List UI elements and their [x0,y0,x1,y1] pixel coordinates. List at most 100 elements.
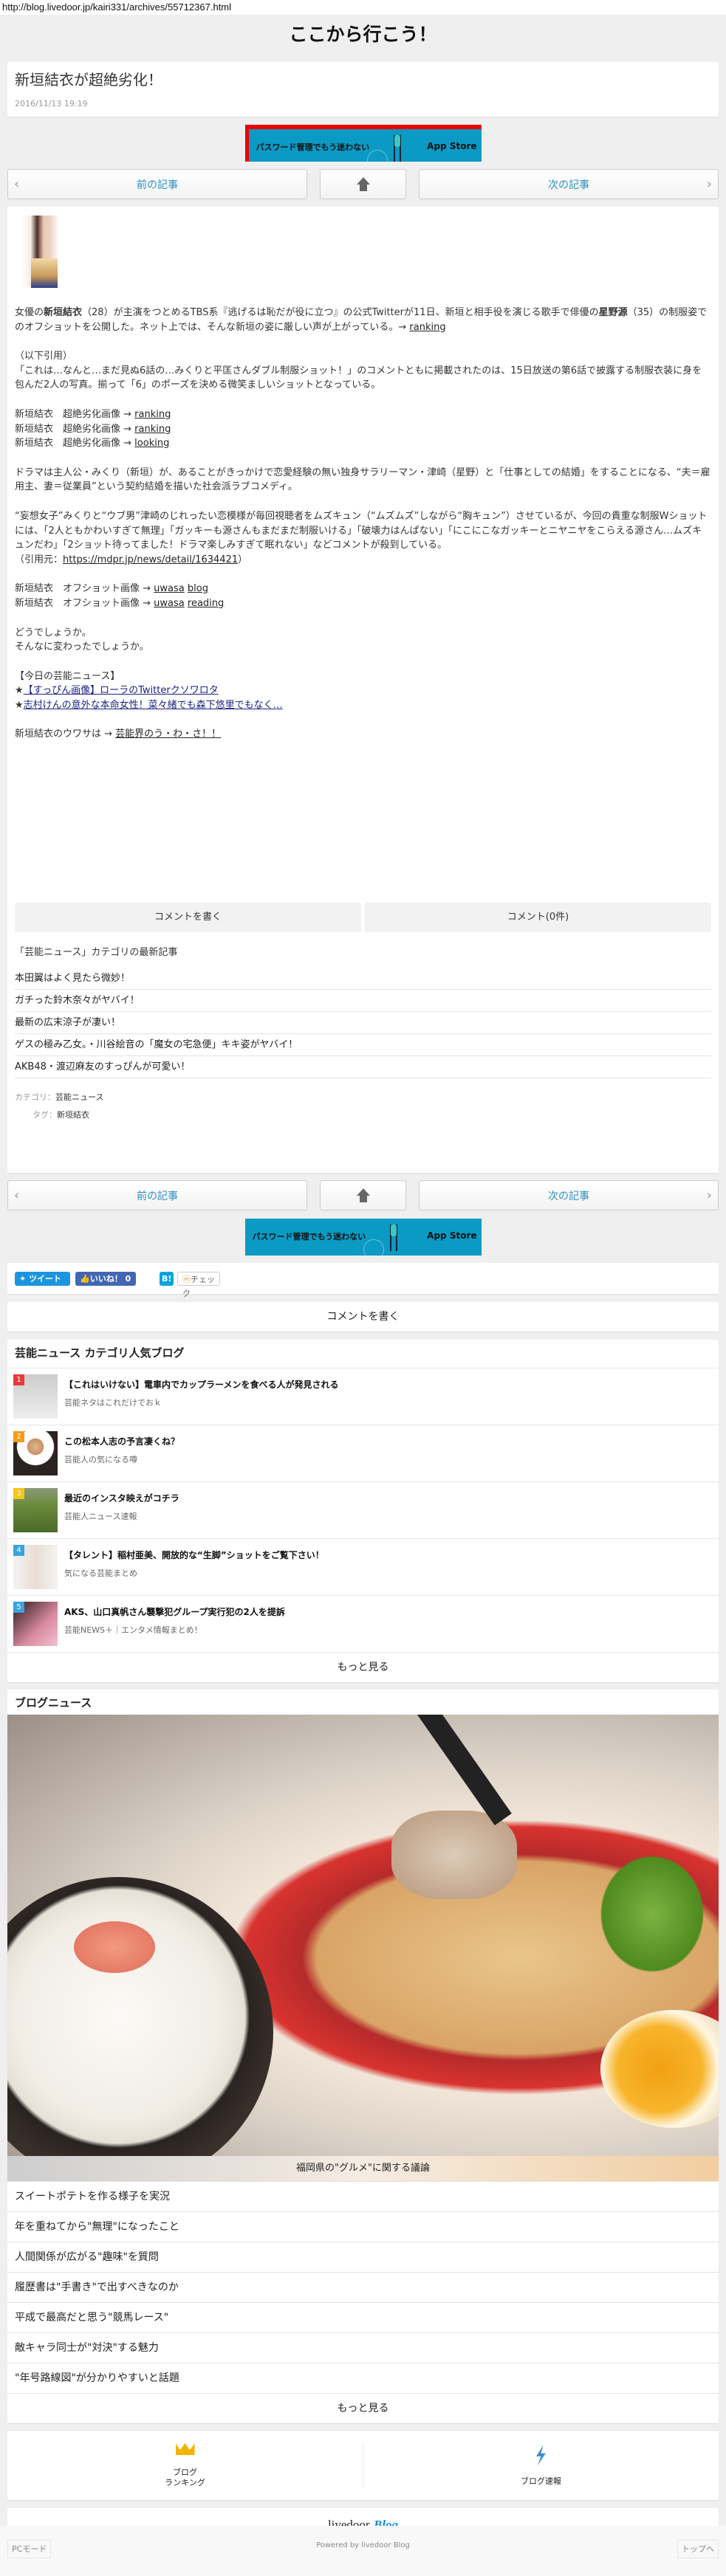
facebook-like-button[interactable]: 👍いいね！ 0 [75,1272,136,1286]
article-body: 女優の新垣結衣（28）が主演をつとめるTBS系『逃げるは恥だが役に立つ』の公式T… [7,207,719,1173]
popular-item[interactable]: 1 【これはいけない】電車内でカップラーメンを食べる人が発見される 芸能ネタはこれだ… [7,1368,719,1425]
offshot-link[interactable]: uwasa [154,598,185,609]
prev-article-button[interactable]: ‹ 前の記事 [7,169,307,199]
crown-icon [175,2443,195,2456]
list-item[interactable]: 最新の広末涼子が凄い！ [15,1012,711,1035]
list-item[interactable]: 平成で最高だと思う"競馬レース" [7,2302,719,2332]
popular-title: 【これはいけない】電車内でカップラーメンを食べる人が発見される [64,1380,339,1390]
blog-news: ブログニュース 福岡県の"グルメ"に関する議論 スイートポテトを作る様子を実況年… [7,1690,719,2423]
list-item[interactable]: AKB48・渡辺麻友のすっぴんが可愛い！ [15,1056,711,1079]
article-title: 新垣結衣が超絶劣化！ [15,71,162,89]
home-icon [356,1188,370,1202]
prev-article-button[interactable]: ‹ 前の記事 [7,1180,307,1210]
uwasa-line: 新垣結衣のウワサは → 芸能界のう・わ・さ！！ [15,729,222,740]
list-item[interactable]: 人間関係が広がる"趣味"を質問 [7,2242,719,2272]
site-title[interactable]: ここから行こう！ [0,15,726,62]
more-button[interactable]: もっと見る [7,1653,719,1682]
related-heading: 「芸能ニュース」カテゴリの最新記事 [15,947,178,959]
category-link[interactable]: 芸能ニュース [55,1092,103,1102]
tweet-button[interactable]: ✦ ツイート [15,1272,70,1286]
next-article-button[interactable]: 次の記事 › [419,1180,719,1210]
chevron-left-icon: ‹ [14,176,20,192]
ad-banner[interactable]: パスワード管理でもう迷わない App Store [244,1219,482,1256]
list-item[interactable]: スイートポテトを作る様子を実況 [7,2181,719,2211]
list-item[interactable]: 年を重ねてから"無理"になったこと [7,2211,719,2242]
featured-caption[interactable]: 福岡県の"グルメ"に関する議論 [7,2156,719,2181]
closing: どうでしょうか。 そんなに変わったでしょうか。 [15,627,149,653]
popular-item[interactable]: 5 AKS、山口真帆さん襲撃犯グループ実行犯の2人を提訴 芸能NEWS＋｜エンタメ情… [7,1596,719,1653]
offshot-link[interactable]: reading [188,598,224,609]
article-meta: カテゴリ：芸能ニュース タグ：新垣結衣 [15,1092,104,1120]
share-bar: ✦ ツイート 👍いいね！ 0 B! ⓜチェック [7,1263,719,1298]
article-nav: ‹ 前の記事 次の記事 › [7,169,719,199]
article-image [22,216,65,288]
popular-item[interactable]: 4 【タレント】稲村亜美、開放的な“生脚”ショットをご覧下さい！ 気になる芸能まとめ [7,1539,719,1596]
thumbnail: 2 [13,1431,58,1475]
rank-badge: 2 [13,1431,24,1442]
list-item[interactable]: "年号路線図"が分かりやすいと話題 [7,2363,719,2393]
comment-count-button[interactable]: コメント(0件) [365,903,711,933]
comment-buttons: コメントを書く コメント(0件) [15,903,711,933]
more-button[interactable]: もっと見る [7,2393,719,2423]
chevron-right-icon: › [706,176,712,192]
ad-banner[interactable]: パスワード管理でもう迷わない App Store [244,125,482,162]
blog-ranking-link[interactable]: ブログ ランキング [7,2443,363,2488]
image-link[interactable]: looking [134,438,169,449]
list-item[interactable]: 履歴書は"手書き"で出すべきなのか [7,2272,719,2302]
uwasa-link[interactable]: 芸能界のう・わ・さ！！ [115,729,221,740]
powered-by: Powered by livedoor Blog [316,2541,410,2549]
twitter-icon: ✦ [19,1274,27,1284]
home-icon [356,176,370,191]
tag-link[interactable]: 新垣結衣 [57,1110,89,1120]
list-item[interactable]: 本田翼はよく見たら微妙！ [15,968,711,991]
list-item[interactable]: 敵キャラ同士が"対決"する魅力 [7,2332,719,2363]
popular-item[interactable]: 2 この松本人志の予言凄くね？ 芸能人の気になる噂 [7,1425,719,1482]
thumbnail: 4 [13,1545,58,1589]
home-button[interactable] [320,1180,406,1210]
ad-figure [393,135,401,162]
blog-sokuho-link[interactable]: ブログ速報 [363,2431,719,2500]
rank-badge: 1 [13,1374,24,1385]
ad-text: パスワード管理でもう迷わない [256,142,370,152]
url-bar[interactable]: http://blog.livedoor.jp/kairi331/archive… [0,0,726,15]
offshot-link[interactable]: blog [188,583,208,594]
next-article-button[interactable]: 次の記事 › [419,169,719,199]
blog-name: 気になる芸能まとめ [64,1568,137,1578]
offshot-link[interactable]: uwasa [154,583,185,594]
hatena-bookmark-button[interactable]: B! [160,1272,174,1286]
featured-image[interactable] [7,1715,719,2156]
write-comment-button[interactable]: コメントを書く [7,1302,719,1332]
blog-name: 芸能人ニュース速報 [64,1512,137,1521]
reaction-paragraph: “妄想女子”みくりと“ウブ男”津崎のじれったい恋模様が毎回視聴者をムズキュン（“… [15,510,708,565]
popular-heading: 芸能ニュース カテゴリ人気ブログ [7,1340,719,1368]
chevron-left-icon: ‹ [14,1188,20,1203]
write-comment-button[interactable]: コメントを書く [15,903,361,933]
source-link[interactable]: https://mdpr.jp/news/detail/1634421 [63,554,238,565]
popular-blogs: 芸能ニュース カテゴリ人気ブログ 1 【これはいけない】電車内でカップラーメンを食… [7,1340,719,1682]
today-news-link[interactable]: 【すっぴん画像】ローラのTwitterクソワロタ [24,685,219,696]
mixi-check-button[interactable]: ⓜチェック [177,1272,220,1298]
quote-block: （以下引用） 「これは…なんと…まだ見ぬ6話の…みくりと平匡さんダブル制服ショット… [15,351,702,391]
back-to-top-button[interactable]: トップへ [677,2540,719,2558]
thumbnail: 1 [13,1374,58,1419]
offshot-links: 新垣結衣 オフショット画像 → uwasa blog 新垣結衣 オフショット画像… [15,583,225,609]
rank-badge: 3 [13,1488,24,1499]
image-link[interactable]: ranking [134,424,171,435]
article-nav-bottom: ‹ 前の記事 次の記事 › [7,1180,719,1210]
footer: PCモード Powered by livedoor Blog トップへ [0,2526,726,2576]
home-button[interactable] [320,169,406,199]
thumbnail: 3 [13,1488,58,1532]
list-item[interactable]: ゲスの極み乙女。・川谷絵音の「魔女の宅急便」キキ姿がヤバイ！ [15,1034,711,1057]
today-news: 【今日の芸能ニュース】 ★【すっぴん画像】ローラのTwitterクソワロタ ★志… [15,670,283,711]
list-item[interactable]: ガチった鈴木奈々がヤバイ！ [15,990,711,1013]
image-link[interactable]: ranking [134,409,171,420]
popular-title: AKS、山口真帆さん襲撃犯グループ実行犯の2人を提訴 [64,1607,285,1617]
app-store-label: App Store [427,141,477,151]
today-news-link[interactable]: 志村けんの意外な本命女性！菜々緒でも森下悠里でもなく… [24,700,283,711]
intro-paragraph: 女優の新垣結衣（28）が主演をつとめるTBS系『逃げるは恥だが役に立つ』の公式T… [15,307,708,333]
mixi-icon: ⓜ [182,1275,191,1284]
ad-figure [389,1225,397,1251]
article-date: 2016/11/13 19:19 [15,99,88,109]
ranking-link[interactable]: ranking [409,322,445,333]
popular-item[interactable]: 3 最近のインスタ映えがコチラ 芸能人ニュース速報 [7,1482,719,1539]
